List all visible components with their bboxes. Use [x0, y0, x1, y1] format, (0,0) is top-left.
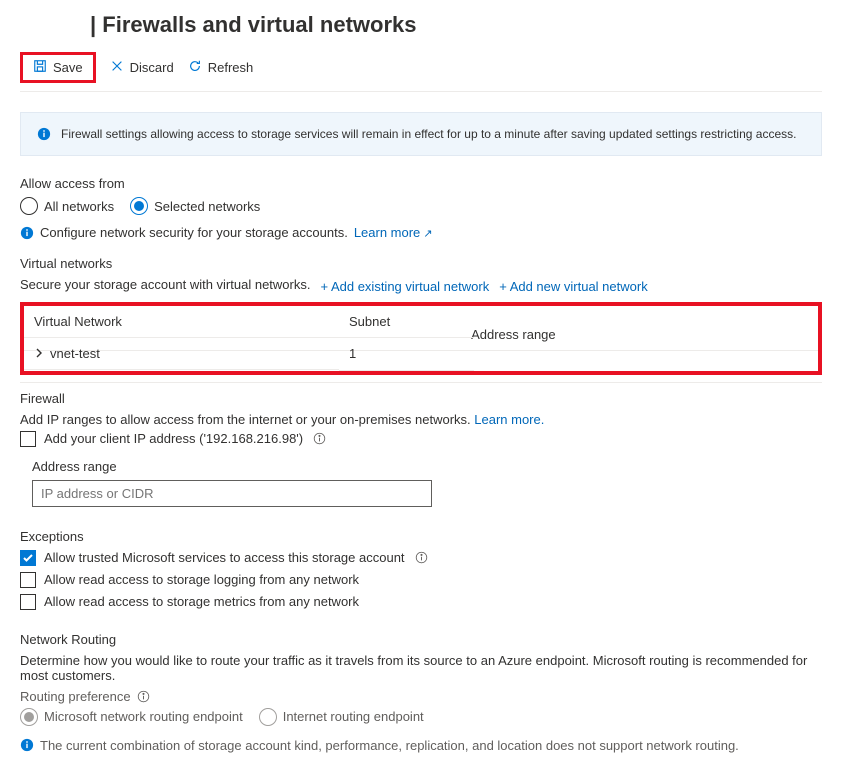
add-new-vnet-link[interactable]: + Add new virtual network	[499, 279, 648, 294]
radio-icon	[20, 197, 38, 215]
firewall-learn-more-link[interactable]: Learn more.	[474, 412, 544, 427]
exception-trusted-ms[interactable]: Allow trusted Microsoft services to acce…	[20, 550, 822, 566]
radio-selected-label: Selected networks	[154, 199, 260, 214]
info-banner-text: Firewall settings allowing access to sto…	[61, 127, 796, 141]
add-client-ip-label: Add your client IP address ('192.168.216…	[44, 431, 303, 446]
save-label: Save	[53, 60, 83, 75]
firewall-heading: Firewall	[20, 391, 822, 406]
refresh-button[interactable]: Refresh	[188, 59, 254, 76]
vnet-subnet: 1	[339, 338, 474, 371]
routing-pref-label: Routing preference	[20, 689, 822, 704]
exception-label: Allow read access to storage logging fro…	[44, 572, 359, 587]
learn-more-link[interactable]: Learn more	[354, 225, 433, 240]
save-icon	[33, 59, 47, 76]
routing-warning-text: The current combination of storage accou…	[40, 738, 739, 753]
routing-pref-text: Routing preference	[20, 689, 131, 704]
address-range-input[interactable]	[32, 480, 432, 507]
chevron-right-icon	[34, 346, 44, 361]
col-vnet: Virtual Network	[24, 306, 339, 338]
radio-all-networks[interactable]: All networks	[20, 197, 114, 215]
highlight-vnet-table: Virtual Network Subnet vnet-test 1	[20, 302, 822, 375]
add-client-ip-row[interactable]: Add your client IP address ('192.168.216…	[20, 431, 822, 447]
highlight-save: Save	[20, 52, 96, 83]
info-icon	[20, 738, 34, 752]
address-range-label: Address range	[32, 459, 822, 474]
routing-desc: Determine how you would like to route yo…	[20, 653, 822, 683]
info-icon	[37, 127, 51, 141]
exceptions-heading: Exceptions	[20, 529, 822, 544]
vnet-heading: Virtual networks	[20, 256, 822, 271]
radio-label: Microsoft network routing endpoint	[44, 709, 243, 724]
col-subnet: Subnet	[339, 306, 474, 338]
info-banner: Firewall settings allowing access to sto…	[20, 112, 822, 156]
info-icon[interactable]	[313, 432, 326, 445]
toolbar: Save Discard Refresh	[20, 52, 822, 92]
radio-all-label: All networks	[44, 199, 114, 214]
config-security-line: Configure network security for your stor…	[20, 225, 822, 240]
exception-label: Allow trusted Microsoft services to acce…	[44, 550, 405, 565]
exception-label: Allow read access to storage metrics fro…	[44, 594, 359, 609]
close-icon	[110, 59, 124, 76]
vnet-table-left: Virtual Network Subnet vnet-test 1	[24, 306, 474, 371]
discard-button[interactable]: Discard	[110, 59, 174, 76]
access-radios: All networks Selected networks	[20, 197, 822, 215]
vnet-desc: Secure your storage account with virtual…	[20, 277, 310, 292]
refresh-label: Refresh	[208, 60, 254, 75]
radio-icon	[259, 708, 277, 726]
exception-logging[interactable]: Allow read access to storage logging fro…	[20, 572, 822, 588]
radio-icon	[20, 708, 38, 726]
page-title: | Firewalls and virtual networks	[20, 12, 822, 38]
config-text: Configure network security for your stor…	[40, 225, 348, 240]
checkbox-icon[interactable]	[20, 431, 36, 447]
checkbox-icon[interactable]	[20, 594, 36, 610]
routing-warning: The current combination of storage accou…	[20, 738, 822, 753]
info-icon[interactable]	[137, 690, 150, 703]
discard-label: Discard	[130, 60, 174, 75]
radio-selected-networks[interactable]: Selected networks	[130, 197, 260, 215]
checkbox-icon[interactable]	[20, 572, 36, 588]
add-existing-vnet-link[interactable]: + Add existing virtual network	[320, 279, 489, 294]
radio-icon	[130, 197, 148, 215]
vnet-desc-line: Secure your storage account with virtual…	[20, 277, 822, 296]
firewall-desc: Add IP ranges to allow access from the i…	[20, 412, 822, 427]
radio-ms-routing: Microsoft network routing endpoint	[20, 708, 243, 726]
radio-internet-routing: Internet routing endpoint	[259, 708, 424, 726]
info-icon	[20, 226, 34, 240]
checkbox-icon[interactable]	[20, 550, 36, 566]
table-row[interactable]: vnet-test 1	[24, 338, 474, 371]
save-button[interactable]: Save	[33, 59, 83, 76]
routing-radios: Microsoft network routing endpoint Inter…	[20, 708, 822, 726]
firewall-desc-text: Add IP ranges to allow access from the i…	[20, 412, 471, 427]
radio-label: Internet routing endpoint	[283, 709, 424, 724]
vnet-name: vnet-test	[50, 346, 100, 361]
info-icon[interactable]	[415, 551, 428, 564]
refresh-icon	[188, 59, 202, 76]
routing-heading: Network Routing	[20, 632, 822, 647]
access-label: Allow access from	[20, 176, 822, 191]
exception-metrics[interactable]: Allow read access to storage metrics fro…	[20, 594, 822, 610]
